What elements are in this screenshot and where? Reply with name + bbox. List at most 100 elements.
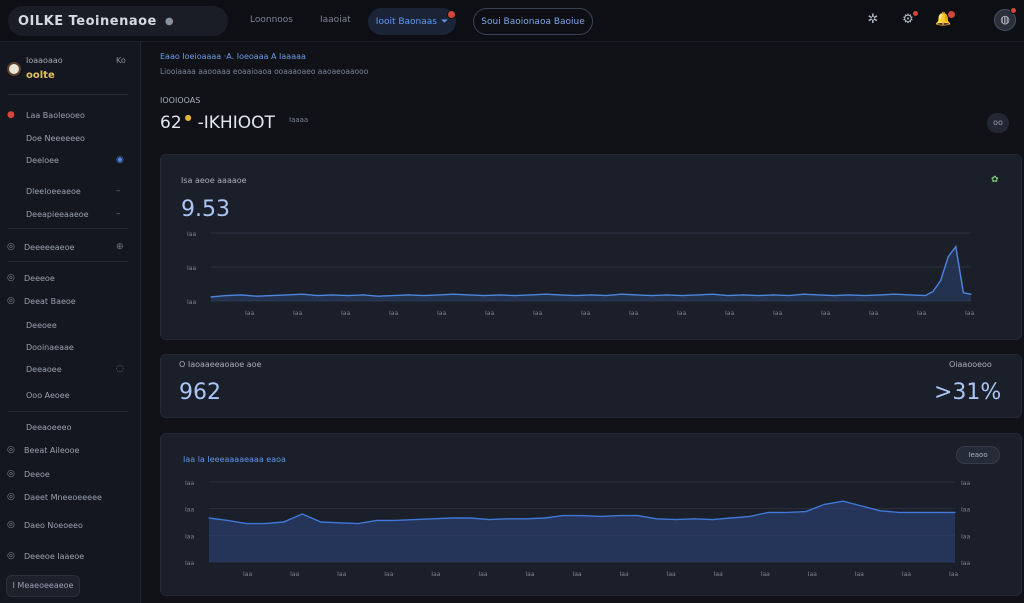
loader-icon: ◌	[116, 364, 124, 374]
series-line	[210, 244, 972, 298]
data-point	[651, 294, 653, 297]
sidebar-item-label: Deeoee	[26, 321, 57, 330]
sidebar-item-6[interactable]: ◎ Deeeeeaeoe ⊕	[0, 240, 141, 258]
sidebar-item-18[interactable]: ◎ Deeeoe Iaaeoe	[0, 549, 141, 567]
breadcrumb-subtitle: Liooiaaaa aaooaaa eoaaioaoa ooaaaoaeo aa…	[160, 67, 369, 76]
data-point	[656, 518, 658, 520]
x-tick-label: Iaa	[965, 310, 974, 317]
stat-label: IOOIOOAS	[160, 96, 201, 105]
x-tick-label: Iaa	[949, 571, 958, 578]
sidebar-divider	[8, 94, 128, 95]
data-point	[894, 293, 896, 295]
sidebar-item-15[interactable]: ◎ Deeoe	[0, 467, 141, 485]
x-tick-label: Iaa	[821, 310, 830, 317]
tab-active-label: Iooit Baonaas	[375, 16, 437, 27]
metric-card-2: O Iaoaaeeaoaoe aoe 962 Oiaaooeoo >31%	[160, 354, 1022, 418]
settings-icon[interactable]: ✲	[865, 12, 881, 28]
data-point	[935, 511, 937, 513]
circle-icon: ◎	[7, 520, 15, 530]
data-point	[932, 290, 934, 293]
series-area	[209, 501, 955, 562]
sidebar-item-10[interactable]: Dooinaeaae	[0, 340, 141, 358]
x-tick-label: Iaa	[667, 571, 676, 578]
x-tick-label: Iaa	[290, 571, 299, 578]
data-point	[432, 518, 434, 520]
notification-badge	[447, 10, 456, 19]
data-point	[786, 511, 788, 513]
data-point	[525, 518, 527, 520]
card3-title: Iaa la Ieeeaaaaeaaa eaoa	[183, 455, 286, 464]
data-point	[394, 519, 397, 521]
x-tick-label: Iaa	[525, 571, 534, 578]
circle-icon: ◎	[7, 492, 15, 502]
sidebar-item-7[interactable]: ◎ Deeeoe	[0, 271, 141, 289]
x-tick-label: Iaa	[384, 571, 393, 578]
data-point	[970, 293, 972, 295]
sidebar-item-9[interactable]: Deeoee	[0, 318, 141, 336]
data-point	[848, 294, 851, 296]
data-point	[864, 294, 866, 297]
data-point	[618, 515, 620, 517]
sidebar-item-label: Deeloee	[26, 156, 59, 165]
sidebar-item-17[interactable]: ◎ Daeo Noeoeeo	[0, 518, 141, 536]
data-point	[450, 517, 453, 519]
sidebar-item-13[interactable]: Deeaoeeeo	[0, 420, 141, 438]
sidebar-item-3[interactable]: Deeloee ◉	[0, 153, 141, 171]
breadcrumb[interactable]: Eaao Ioeioaaaa ·A. Ioeoaaa A Iaaaaa	[160, 52, 306, 61]
x-tick-label: Iaa	[855, 571, 864, 578]
data-point	[392, 294, 394, 297]
data-point	[332, 294, 334, 296]
data-point	[362, 294, 364, 296]
y-tick-label-right: Iaa	[961, 507, 970, 514]
sidebar-item-label: Ooo Aeoee	[26, 391, 70, 400]
data-point	[823, 503, 826, 505]
card1-value: 9.53	[181, 197, 230, 222]
account-switcher[interactable]: Ioaaoaao oolte Ko	[4, 54, 134, 94]
sidebar-item-4[interactable]: Dleeloeeaeoe –	[0, 184, 141, 202]
metric-card-3: Iaa la Ieeeaaaaeaaa eaoa Ieaoo Iaa Iaa Iaa…	[160, 433, 1022, 596]
sidebar-item-label: Daeo Noeoeeo	[24, 521, 83, 530]
x-tick-label: Iaa	[581, 310, 590, 317]
series-area	[211, 246, 971, 301]
data-point	[240, 294, 242, 296]
data-point	[674, 519, 676, 521]
line-chart: Iaa Iaa Iaa Iaa Iaa Iaa Iaa Iaa Iaa Iaa Iaa Iaa Iaa I…	[187, 231, 974, 317]
sidebar-item-8[interactable]: ◎ Deeat Baeoe	[0, 294, 141, 312]
nav-link-1[interactable]: Loonnoos	[250, 15, 293, 25]
data-point	[636, 294, 638, 296]
data-point	[544, 293, 546, 295]
outline-action-button[interactable]: Soui Baoionaoa Baoiue	[473, 8, 593, 35]
brand-switcher[interactable]: OILKE Teoinenaoe ●	[8, 6, 228, 36]
y-tick-label-right: Iaa	[961, 533, 970, 540]
sidebar-bottom-button[interactable]: I Meaeoeeaeoe	[6, 575, 80, 597]
range-selector[interactable]: Ieaoo	[956, 446, 1000, 464]
data-point	[283, 521, 285, 523]
sidebar-item-14[interactable]: ◎ Beeat Aileooe	[0, 443, 141, 461]
data-point	[468, 294, 470, 296]
data-point	[225, 294, 227, 297]
status-icon[interactable]: ✿	[991, 175, 999, 185]
circle-icon: ◎	[7, 551, 15, 561]
sidebar-item-label: Daeet Mneeoeeeee	[24, 493, 102, 502]
sidebar-item-5[interactable]: Deeapieeaaeoe –	[0, 207, 141, 225]
data-point	[947, 256, 949, 258]
nav-link-2[interactable]: Iaaoiat	[320, 15, 351, 25]
bell-badge	[947, 10, 956, 19]
sidebar-item-2[interactable]: Doe Neeeeeeo	[0, 131, 141, 149]
data-point	[581, 515, 583, 517]
data-point	[544, 517, 546, 519]
sidebar-item-16[interactable]: ◎ Daeet Mneeoeeeee	[0, 490, 141, 508]
circle-icon: ◎	[7, 469, 15, 479]
data-point	[767, 511, 770, 513]
sidebar-item-12[interactable]: Ooo Aeoee	[0, 388, 141, 406]
x-tick-label: Iaa	[902, 571, 911, 578]
data-point	[271, 294, 273, 297]
data-point	[562, 515, 564, 517]
data-point	[301, 513, 303, 515]
options-button[interactable]: oo	[987, 113, 1009, 133]
x-tick-label: Iaa	[677, 310, 686, 317]
tab-active[interactable]: Iooit Baonaas ⏷	[368, 8, 456, 35]
sidebar-item-11[interactable]: Deeaoee ◌	[0, 362, 141, 380]
sidebar-divider	[8, 228, 128, 229]
sidebar-item-1[interactable]: ● Laa Baoleooeo	[0, 108, 141, 126]
